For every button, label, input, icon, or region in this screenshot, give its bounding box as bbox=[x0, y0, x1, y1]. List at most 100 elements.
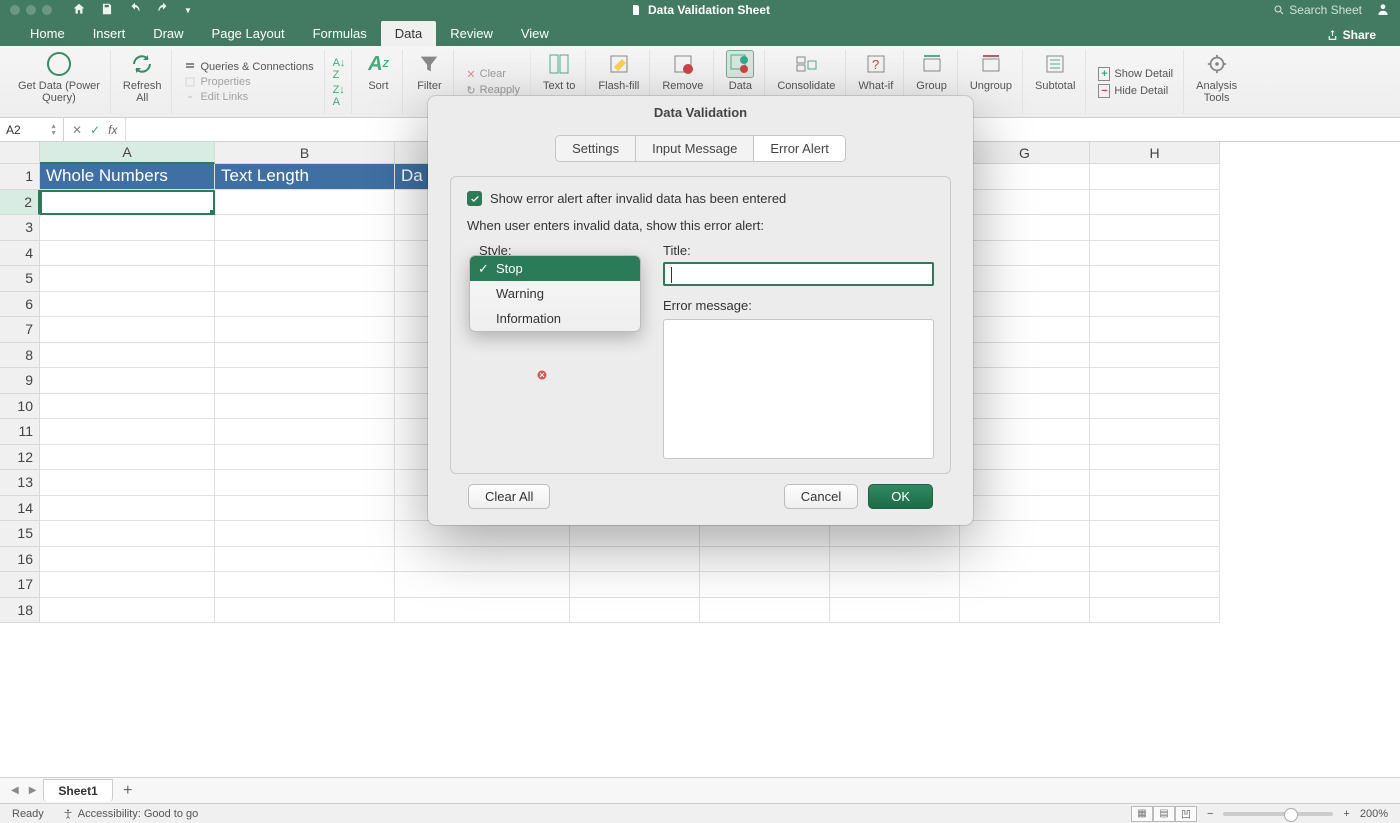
cell[interactable] bbox=[1090, 241, 1220, 267]
zoom-in-button[interactable]: + bbox=[1343, 808, 1349, 820]
view-page-layout-icon[interactable]: ▤ bbox=[1153, 806, 1175, 822]
cell[interactable] bbox=[700, 547, 830, 573]
cell[interactable] bbox=[40, 241, 215, 267]
window-controls[interactable] bbox=[10, 5, 52, 15]
cell[interactable] bbox=[960, 190, 1090, 216]
cell[interactable] bbox=[215, 470, 395, 496]
cell[interactable] bbox=[215, 343, 395, 369]
cell[interactable] bbox=[215, 190, 395, 216]
share-button[interactable]: Share bbox=[1318, 24, 1384, 46]
error-message-input[interactable] bbox=[663, 319, 934, 459]
queries-button[interactable]: Queries & Connections bbox=[184, 61, 313, 73]
cell[interactable] bbox=[960, 419, 1090, 445]
tab-data[interactable]: Data bbox=[381, 21, 436, 46]
cell[interactable] bbox=[570, 572, 700, 598]
style-option-stop[interactable]: Stop bbox=[470, 256, 640, 281]
analysis-tools-group[interactable]: Analysis Tools bbox=[1186, 50, 1247, 114]
cell[interactable] bbox=[40, 368, 215, 394]
cell[interactable] bbox=[1090, 572, 1220, 598]
row-header[interactable]: 14 bbox=[0, 496, 40, 522]
cell[interactable] bbox=[960, 572, 1090, 598]
cell[interactable] bbox=[40, 190, 215, 216]
sort-asc-icon[interactable]: A↓Z bbox=[333, 57, 346, 81]
style-option-warning[interactable]: Warning bbox=[470, 281, 640, 306]
show-detail-button[interactable]: +Show Detail bbox=[1098, 67, 1173, 81]
sheet-nav-prev[interactable]: ◀ bbox=[8, 785, 22, 796]
undo-icon[interactable] bbox=[128, 2, 142, 19]
column-header[interactable]: H bbox=[1090, 142, 1220, 164]
zoom-level[interactable]: 200% bbox=[1360, 808, 1388, 820]
cell[interactable] bbox=[395, 547, 570, 573]
cell[interactable] bbox=[40, 343, 215, 369]
sort-group[interactable]: AZ Sort bbox=[354, 50, 403, 114]
cell[interactable] bbox=[215, 521, 395, 547]
cell[interactable] bbox=[40, 292, 215, 318]
cell[interactable] bbox=[960, 292, 1090, 318]
row-header[interactable]: 9 bbox=[0, 368, 40, 394]
cell[interactable] bbox=[215, 266, 395, 292]
cell[interactable] bbox=[570, 547, 700, 573]
cell[interactable] bbox=[395, 598, 570, 624]
row-header[interactable]: 8 bbox=[0, 343, 40, 369]
row-header[interactable]: 5 bbox=[0, 266, 40, 292]
subtotal-group[interactable]: Subtotal bbox=[1025, 50, 1086, 114]
cell[interactable] bbox=[40, 598, 215, 624]
view-page-break-icon[interactable]: 凹 bbox=[1175, 806, 1197, 822]
cell[interactable] bbox=[40, 394, 215, 420]
cell[interactable] bbox=[215, 292, 395, 318]
zoom-slider[interactable] bbox=[1223, 812, 1333, 816]
clear-all-button[interactable]: Clear All bbox=[468, 484, 550, 509]
cell[interactable] bbox=[40, 317, 215, 343]
row-header[interactable]: 11 bbox=[0, 419, 40, 445]
home-icon[interactable] bbox=[72, 2, 86, 19]
cell[interactable] bbox=[215, 368, 395, 394]
column-header[interactable]: G bbox=[960, 142, 1090, 164]
edit-links-button[interactable]: Edit Links bbox=[184, 91, 313, 103]
get-data-group[interactable]: Get Data (Power Query) bbox=[8, 50, 111, 114]
save-icon[interactable] bbox=[100, 2, 114, 19]
cell[interactable] bbox=[40, 266, 215, 292]
tab-draw[interactable]: Draw bbox=[139, 21, 197, 46]
cell[interactable] bbox=[960, 496, 1090, 522]
cell[interactable] bbox=[960, 470, 1090, 496]
cell[interactable] bbox=[830, 572, 960, 598]
cell[interactable] bbox=[1090, 496, 1220, 522]
add-sheet-button[interactable]: + bbox=[117, 780, 139, 802]
tab-review[interactable]: Review bbox=[436, 21, 507, 46]
cell[interactable] bbox=[40, 572, 215, 598]
cell[interactable] bbox=[1090, 190, 1220, 216]
cell[interactable] bbox=[215, 445, 395, 471]
cell[interactable] bbox=[1090, 164, 1220, 190]
row-header[interactable]: 12 bbox=[0, 445, 40, 471]
select-all-corner[interactable] bbox=[0, 142, 40, 164]
tab-insert[interactable]: Insert bbox=[79, 21, 140, 46]
cell[interactable]: Whole Numbers bbox=[40, 164, 215, 190]
cell[interactable] bbox=[1090, 215, 1220, 241]
row-header[interactable]: 4 bbox=[0, 241, 40, 267]
row-header[interactable]: 6 bbox=[0, 292, 40, 318]
sort-az-group[interactable]: A↓Z Z↓A bbox=[327, 50, 353, 114]
cell[interactable] bbox=[960, 164, 1090, 190]
row-header[interactable]: 13 bbox=[0, 470, 40, 496]
cell[interactable] bbox=[40, 419, 215, 445]
column-header[interactable]: B bbox=[215, 142, 395, 164]
sheet-nav-next[interactable]: ▶ bbox=[26, 785, 40, 796]
view-buttons[interactable]: ▦ ▤ 凹 bbox=[1131, 806, 1197, 822]
cell[interactable] bbox=[960, 394, 1090, 420]
row-header[interactable]: 17 bbox=[0, 572, 40, 598]
cell[interactable] bbox=[1090, 521, 1220, 547]
cell[interactable] bbox=[215, 496, 395, 522]
cell[interactable] bbox=[570, 598, 700, 624]
accessibility-status[interactable]: Accessibility: Good to go bbox=[62, 808, 198, 820]
cell[interactable] bbox=[40, 547, 215, 573]
dialog-tab-settings[interactable]: Settings bbox=[556, 136, 636, 161]
cell[interactable] bbox=[960, 215, 1090, 241]
cell[interactable] bbox=[215, 241, 395, 267]
cell[interactable] bbox=[40, 496, 215, 522]
name-box[interactable]: A2 ▲▼ bbox=[0, 118, 64, 141]
show-error-checkbox[interactable] bbox=[467, 191, 482, 206]
cell[interactable] bbox=[1090, 547, 1220, 573]
cell[interactable] bbox=[40, 521, 215, 547]
cell[interactable] bbox=[1090, 368, 1220, 394]
cell[interactable] bbox=[215, 547, 395, 573]
